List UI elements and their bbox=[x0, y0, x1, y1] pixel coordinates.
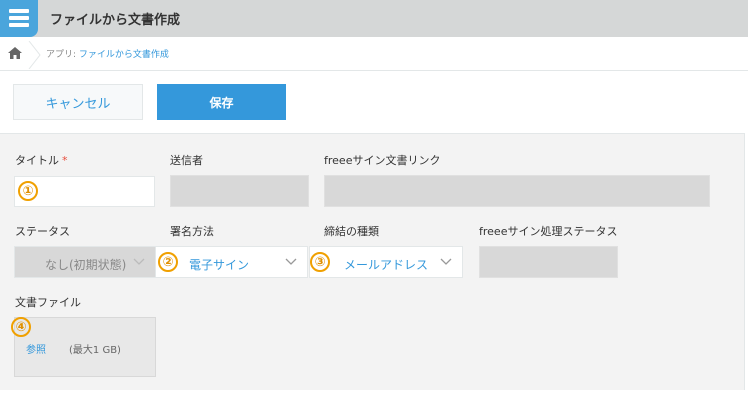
annotation-marker-3: ③ bbox=[310, 252, 330, 272]
title-field-label: タイトル * bbox=[15, 152, 68, 168]
toolbar: キャンセル 保存 bbox=[0, 71, 748, 133]
list-icon bbox=[0, 0, 38, 37]
save-button[interactable]: 保存 bbox=[157, 84, 286, 120]
annotation-marker-4: ④ bbox=[11, 317, 31, 337]
chevron-down-icon bbox=[440, 258, 452, 265]
process-status-field bbox=[479, 246, 618, 278]
file-upload-area: 参照 (最大1 GB) bbox=[14, 317, 156, 377]
annotation-marker-1: ① bbox=[18, 181, 38, 201]
title-bar: ファイルから文書作成 bbox=[0, 0, 748, 37]
contract-type-value: メールアドレス bbox=[344, 258, 429, 272]
status-select: なし(初期状態) bbox=[14, 246, 156, 278]
home-icon[interactable] bbox=[8, 47, 22, 59]
status-value: なし(初期状態) bbox=[45, 258, 127, 272]
required-mark: * bbox=[62, 154, 68, 167]
cancel-button[interactable]: キャンセル bbox=[13, 84, 143, 120]
sign-method-label: 署名方法 bbox=[170, 225, 214, 238]
breadcrumb: アプリ: ファイルから文書作成 bbox=[0, 37, 748, 71]
status-label: ステータス bbox=[15, 225, 70, 238]
title-label-text: タイトル bbox=[15, 154, 59, 167]
contract-type-label: 締結の種類 bbox=[324, 225, 379, 238]
document-file-label: 文書ファイル bbox=[15, 296, 81, 309]
chevron-down-icon bbox=[133, 258, 145, 265]
document-link-label: freeeサイン文書リンク bbox=[324, 154, 441, 167]
record-form: タイトル * 送信者 freeeサイン文書リンク ステータス なし(初期状態) 署… bbox=[0, 133, 745, 390]
browse-link[interactable]: 参照 bbox=[26, 341, 46, 356]
breadcrumb-app-link[interactable]: ファイルから文書作成 bbox=[79, 50, 169, 60]
process-status-label: freeeサイン処理ステータス bbox=[479, 225, 618, 238]
breadcrumb-separator-icon bbox=[28, 41, 41, 69]
breadcrumb-app: アプリ: ファイルから文書作成 bbox=[46, 47, 169, 60]
sign-method-value: 電子サイン bbox=[189, 258, 250, 272]
chevron-down-icon bbox=[285, 258, 297, 265]
document-link-field bbox=[324, 175, 710, 207]
breadcrumb-prefix: アプリ: bbox=[46, 50, 77, 60]
annotation-marker-2: ② bbox=[158, 252, 178, 272]
page-title: ファイルから文書作成 bbox=[50, 13, 181, 28]
sender-label: 送信者 bbox=[170, 154, 203, 167]
contract-type-select[interactable]: メールアドレス bbox=[309, 246, 463, 278]
sender-field bbox=[170, 175, 309, 207]
max-size-note: (最大1 GB) bbox=[69, 345, 121, 356]
